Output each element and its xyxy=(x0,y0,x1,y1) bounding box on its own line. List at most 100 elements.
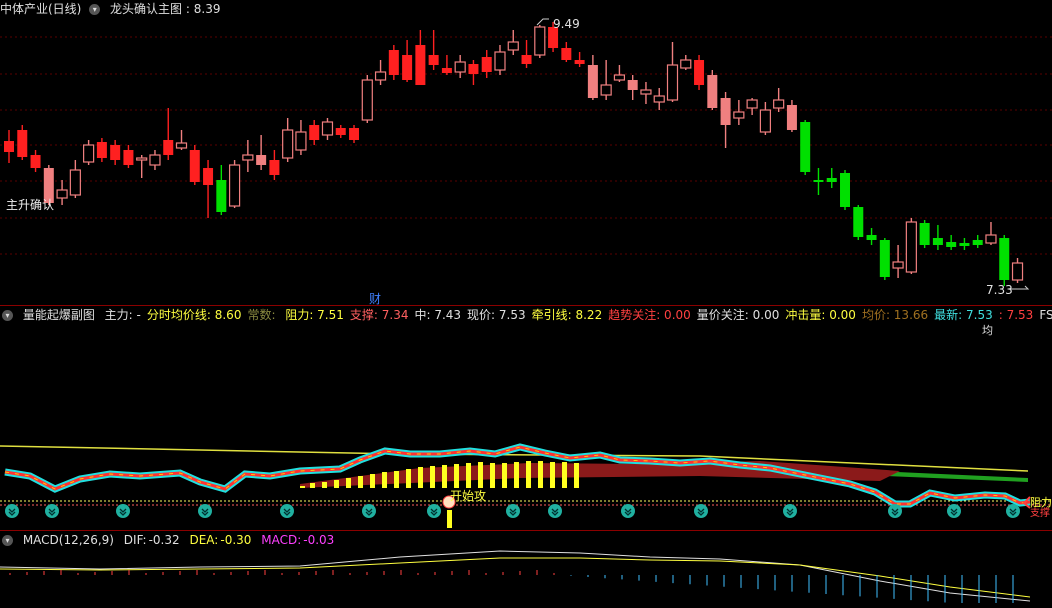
volume-bar-5 xyxy=(358,476,363,488)
candle-body-61 xyxy=(813,180,824,182)
candle-body-71 xyxy=(946,242,957,247)
candle-body-70 xyxy=(932,238,943,245)
candle-body-57 xyxy=(759,109,771,133)
candle-body-75 xyxy=(999,238,1010,280)
volume-bar-1 xyxy=(310,483,315,488)
candle-body-64 xyxy=(853,207,864,237)
candle-body-12 xyxy=(163,140,174,155)
candle-body-19 xyxy=(256,155,267,165)
candle-body-23 xyxy=(309,125,320,140)
candle-body-29 xyxy=(388,50,399,75)
volume-bar-9 xyxy=(406,469,411,488)
attack-marker-icon xyxy=(198,504,212,518)
candle-body-45 xyxy=(600,84,612,96)
candle-body-13 xyxy=(175,142,188,149)
candle-body-4 xyxy=(56,189,68,199)
attack-marker-icon xyxy=(506,504,520,518)
candle-body-21 xyxy=(282,129,294,159)
confirm-label: 主升确认 xyxy=(6,198,55,212)
candle-body-44 xyxy=(587,65,598,98)
candle-body-62 xyxy=(826,178,837,182)
candle-body-14 xyxy=(189,150,200,182)
candle-body-24 xyxy=(321,121,334,136)
macd-pane[interactable]: ▾ MACD(12,26,9) DIF: -0.32 DEA: -0.30 MACD… xyxy=(0,531,1052,608)
candle-body-0 xyxy=(4,141,14,152)
candle-body-30 xyxy=(402,55,413,80)
low-price-label: 7.33 xyxy=(986,283,1013,297)
attack-marker-icon xyxy=(947,504,961,518)
high-price-label: 9.49 xyxy=(553,17,580,31)
attack-marker-icon xyxy=(45,504,59,518)
candle-body-60 xyxy=(800,122,811,172)
volume-bar-3 xyxy=(334,480,339,488)
candle-body-37 xyxy=(494,51,506,71)
attack-marker-icon xyxy=(427,504,441,518)
candle-body-25 xyxy=(335,128,346,135)
attack-marker-icon xyxy=(548,504,562,518)
volume-bar-10 xyxy=(418,467,423,488)
dea-line xyxy=(0,557,1031,598)
candle-body-74 xyxy=(985,234,997,244)
volume-bar-21 xyxy=(550,462,555,488)
volume-bar-7 xyxy=(382,472,387,488)
candle-body-59 xyxy=(786,105,797,130)
candle-body-73 xyxy=(972,240,983,245)
candle-body-67 xyxy=(892,261,904,269)
candle-body-48 xyxy=(640,89,652,95)
candle-body-15 xyxy=(203,168,214,185)
volume-bar-8 xyxy=(394,471,399,488)
volume-bar-23 xyxy=(574,463,579,488)
candle-body-20 xyxy=(269,160,280,175)
candle-body-22 xyxy=(295,131,307,151)
high-marker-line xyxy=(536,18,549,26)
main-chart-pane[interactable]: 中体产业(日线) ▾ 龙头确认主图 : 8.39 主升确认 9.49 7.33 … xyxy=(0,0,1052,306)
attack-marker-icon xyxy=(116,504,130,518)
candlestick-chart[interactable] xyxy=(0,0,1052,306)
candle-body-54 xyxy=(720,98,731,125)
candle-body-35 xyxy=(468,64,479,74)
candle-body-40 xyxy=(534,26,546,56)
volume-subchart-pane[interactable]: ▾ 量能起爆副图 主力: - 分时均价线: 8.60 常数: 阻力: 7.51 支撑:… xyxy=(0,306,1052,530)
candle-body-50 xyxy=(666,64,679,101)
candle-body-65 xyxy=(866,235,877,240)
volume-bar-6 xyxy=(370,474,375,488)
start-attack-label: 开始攻 xyxy=(450,489,487,503)
candle-body-5 xyxy=(69,169,81,196)
macd-chart[interactable] xyxy=(0,531,1052,608)
candle-body-7 xyxy=(96,142,107,158)
candle-body-31 xyxy=(415,45,426,85)
attack-marker-icon xyxy=(694,504,708,518)
attack-marker-icon xyxy=(1006,504,1020,518)
volume-bar-18 xyxy=(514,462,519,488)
candle-body-58 xyxy=(773,99,785,109)
attack-marker-icon xyxy=(362,504,376,518)
candle-body-34 xyxy=(454,61,466,73)
volume-bar-14 xyxy=(466,463,471,488)
volume-bar-12 xyxy=(442,465,447,488)
attack-marker-icon xyxy=(621,504,635,518)
volume-bar-4 xyxy=(346,478,351,488)
attack-marker-icon xyxy=(783,504,797,518)
candle-body-1 xyxy=(17,130,28,157)
volume-bar-13 xyxy=(454,464,459,488)
attack-marker-icon xyxy=(5,504,19,518)
candle-body-28 xyxy=(374,71,387,81)
candle-body-68 xyxy=(905,221,917,273)
candle-body-72 xyxy=(959,243,970,246)
candle-body-10 xyxy=(136,157,148,161)
candle-body-8 xyxy=(110,145,121,160)
candle-body-11 xyxy=(149,154,161,166)
candle-body-26 xyxy=(349,128,360,140)
volume-bar-11 xyxy=(430,466,435,488)
volume-bar-17 xyxy=(502,463,507,488)
volume-chart[interactable] xyxy=(0,306,1052,530)
candle-body-55 xyxy=(733,111,745,119)
candle-body-16 xyxy=(216,180,227,212)
volume-bar-16 xyxy=(490,463,495,488)
candle-body-52 xyxy=(694,60,705,85)
candle-body-18 xyxy=(242,154,254,161)
attack-marker-icon xyxy=(888,504,902,518)
attack-marker-icon xyxy=(280,504,294,518)
volume-bar-19 xyxy=(526,461,531,488)
candle-body-49 xyxy=(653,95,665,103)
